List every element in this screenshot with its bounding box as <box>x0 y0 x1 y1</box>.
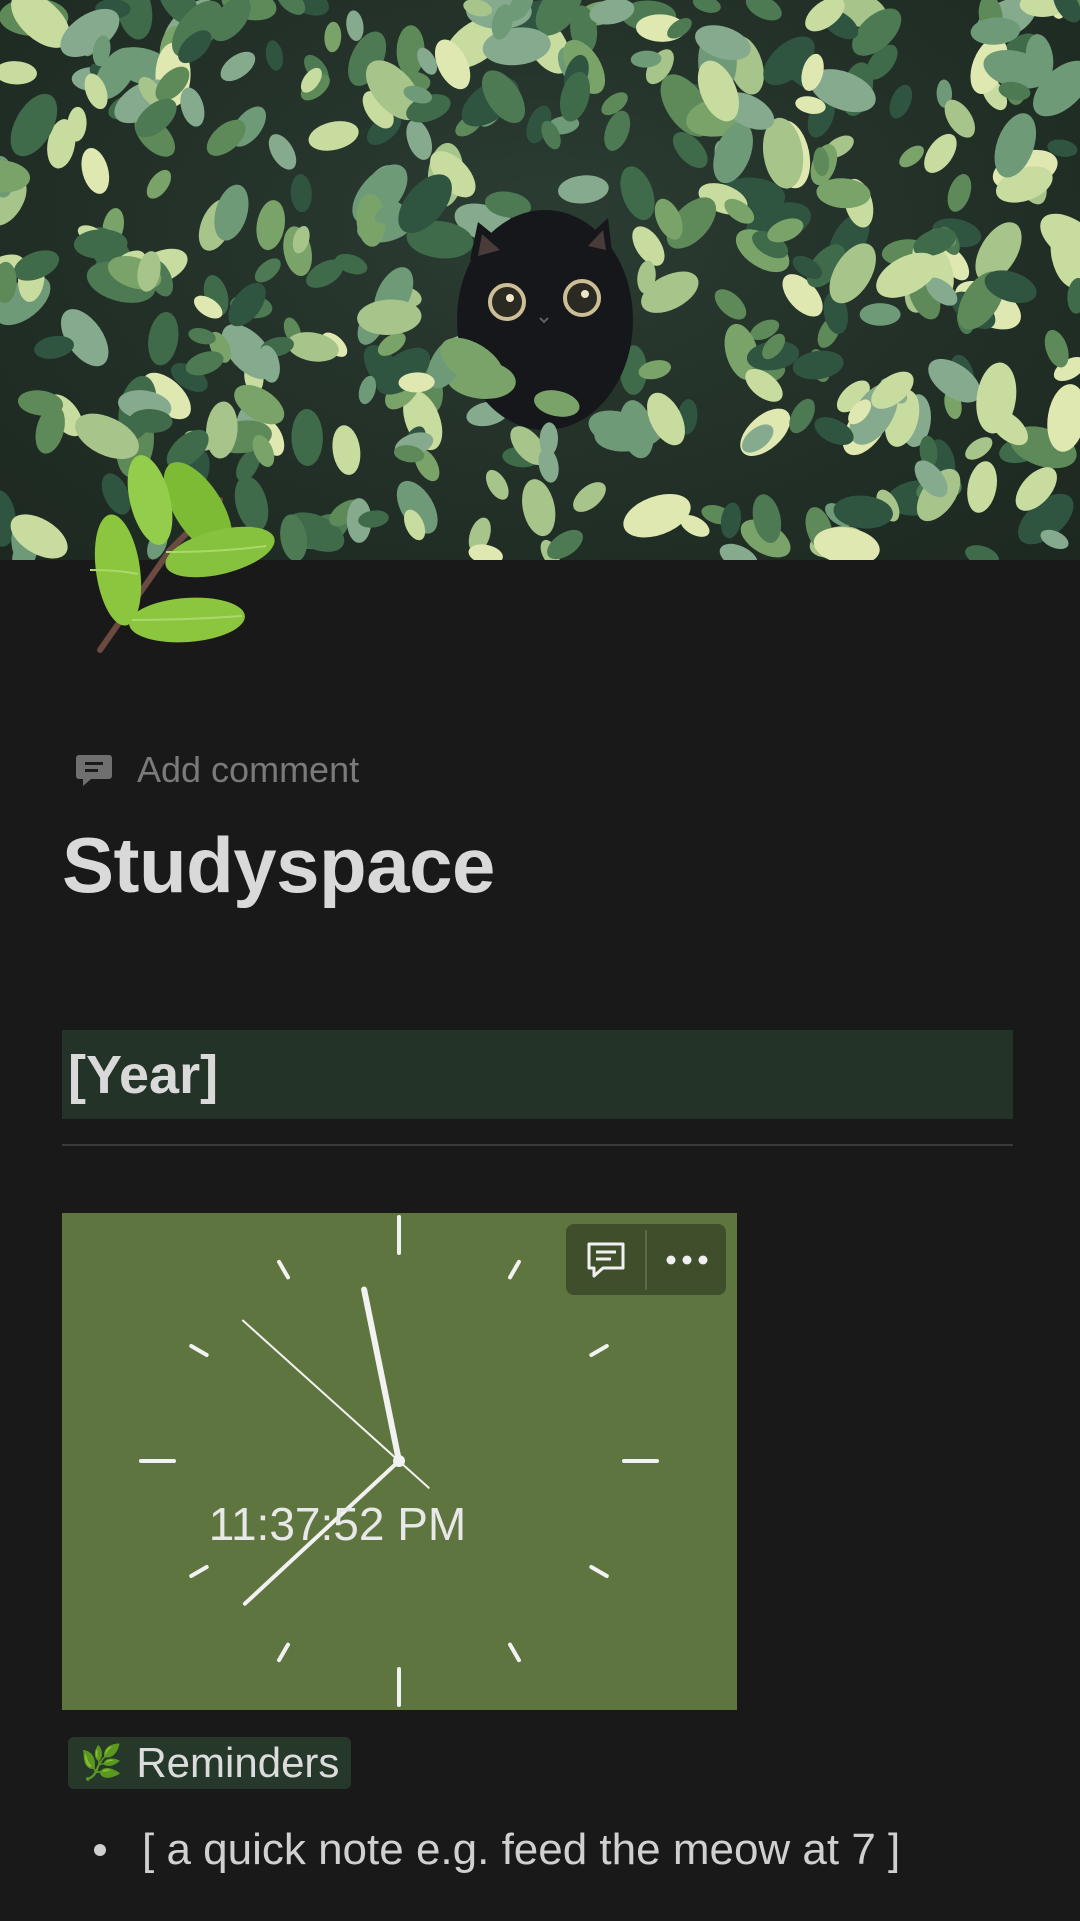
cover-leaf <box>268 134 297 170</box>
reminders-label: Reminders <box>136 1739 340 1786</box>
minute-hand <box>242 1459 401 1606</box>
cover-leaf <box>332 425 361 475</box>
clock-tick <box>589 1344 609 1357</box>
cover-leaf <box>265 40 284 71</box>
list-item-text: [ a quick note e.g. feed the meow at 7 ] <box>142 1825 901 1874</box>
year-heading-text: [Year] <box>68 1044 219 1105</box>
comment-button[interactable] <box>566 1224 645 1295</box>
clock-tick <box>189 1344 209 1357</box>
reminders-tag[interactable]: 🌿 Reminders <box>68 1737 352 1789</box>
cover-leaf <box>146 169 172 199</box>
clock-tick <box>589 1565 609 1578</box>
cover-leaf <box>291 409 323 466</box>
bullet-icon <box>94 1844 106 1856</box>
clock-tick <box>189 1565 209 1578</box>
cover-leaf <box>623 493 691 538</box>
block-toolbar <box>566 1224 726 1295</box>
cover-leaf <box>745 0 782 21</box>
cover-leaf <box>889 84 913 119</box>
more-options-button[interactable] <box>647 1224 726 1295</box>
comment-icon <box>76 755 112 786</box>
page-title[interactable]: Studyspace <box>62 820 495 911</box>
cover-leaf <box>81 147 110 194</box>
cover-leaf <box>692 0 721 13</box>
herb-icon: 🌿 <box>80 1744 123 1782</box>
clock-tick <box>508 1642 521 1663</box>
cover-leaf <box>220 51 256 82</box>
clock-tick <box>277 1642 290 1663</box>
list-item[interactable]: [ a quick note e.g. feed the meow at 7 ] <box>90 1820 1040 1880</box>
cover-leaf <box>324 21 342 53</box>
cover-leaf <box>346 10 364 41</box>
cover-leaf <box>965 437 993 460</box>
cover-leaf <box>522 479 556 537</box>
cover-leaf <box>714 289 747 320</box>
cover-leaf <box>308 121 359 151</box>
cover-leaf <box>254 258 281 283</box>
cover-leaf <box>924 133 957 173</box>
herb-branch-icon[interactable] <box>60 440 280 660</box>
cover-leaf <box>256 200 285 251</box>
cover-leaf <box>859 303 901 326</box>
cover-leaf <box>899 145 924 168</box>
cover-leaf <box>967 461 997 513</box>
add-comment-button[interactable]: Add comment <box>73 745 359 795</box>
clock-center <box>393 1455 405 1467</box>
cover-leaf <box>947 174 972 212</box>
cover-leaf <box>558 175 609 204</box>
add-comment-label: Add comment <box>137 749 360 790</box>
clock-tick <box>508 1259 521 1280</box>
divider <box>62 1144 1013 1146</box>
cover-leaf <box>290 174 312 213</box>
reminders-list: [ a quick note e.g. feed the meow at 7 ] <box>90 1820 1040 1910</box>
cover-leaf <box>148 312 179 366</box>
cover-leaf <box>620 166 655 221</box>
more-icon <box>666 1255 707 1264</box>
clock-tick <box>277 1259 290 1280</box>
cover-leaf <box>485 469 509 500</box>
cover-leaf <box>0 61 37 85</box>
comment-outline-icon <box>587 1242 624 1277</box>
year-heading[interactable]: [Year] <box>62 1030 1013 1119</box>
cover-leaf <box>965 545 999 560</box>
cover-leaf <box>573 482 606 512</box>
cover-leaf <box>720 502 742 539</box>
